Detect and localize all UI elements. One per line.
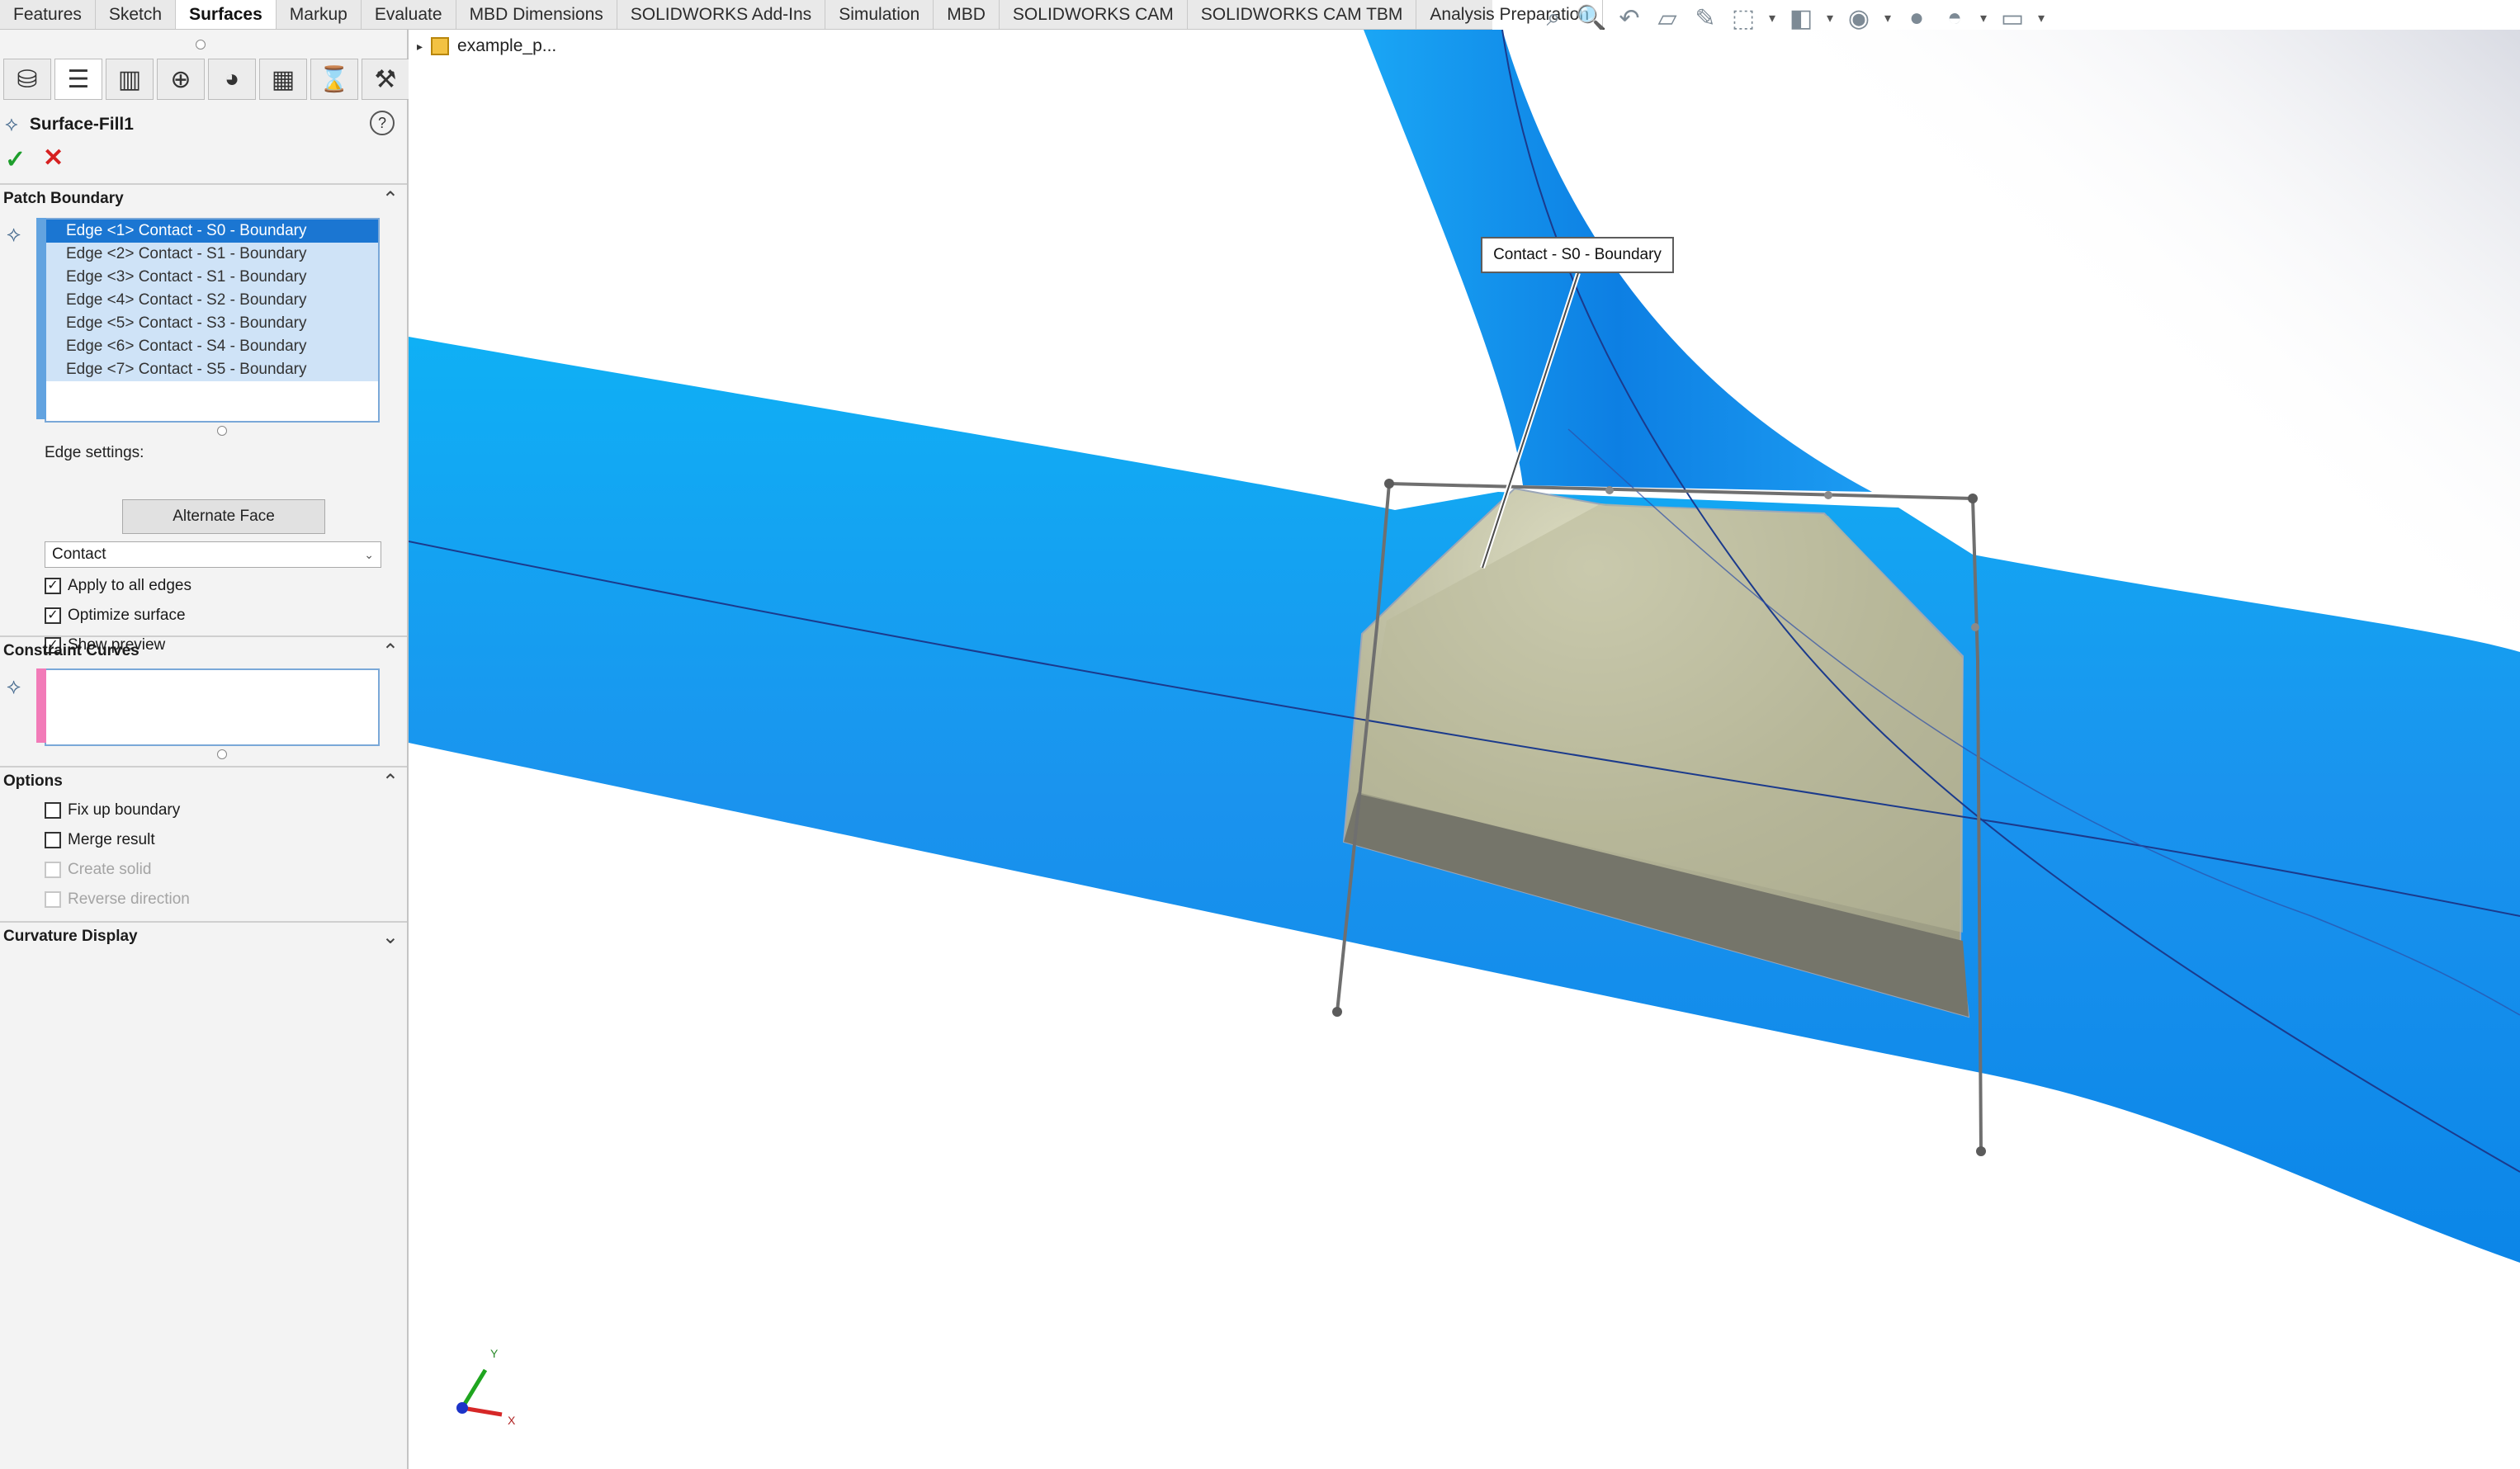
checkbox-label: Merge result (68, 831, 155, 848)
tab-simulation[interactable]: Simulation (825, 0, 934, 29)
reverse-direction-checkbox: Reverse direction (45, 887, 190, 912)
alternate-face-button[interactable]: Alternate Face (122, 499, 325, 534)
edge-callout[interactable]: Contact - S0 - Boundary (1481, 237, 1674, 273)
chevron-up-icon[interactable]: ⌃ (382, 770, 399, 794)
surface-fill-icon: ⟡ (5, 113, 18, 135)
feature-title: Surface-Fill1 (29, 115, 134, 134)
configurationmanager-tab-icon[interactable]: ▥ (106, 59, 154, 100)
checkbox-label: Fix up boundary (68, 801, 181, 819)
patch-boundary-list[interactable]: Edge <1> Contact - S0 - Boundary Edge <2… (36, 218, 380, 423)
cam-feature-tree-tab-icon[interactable]: ▦ (259, 59, 307, 100)
optimize-surface-checkbox[interactable]: ✓ Optimize surface (45, 603, 186, 628)
constraint-curves-header[interactable]: Constraint Curves ⌃ (0, 635, 407, 665)
tab-solidworks-cam[interactable]: SOLIDWORKS CAM (1000, 0, 1188, 29)
curvature-display-header[interactable]: Curvature Display ⌄ (0, 921, 407, 951)
options-header[interactable]: Options ⌃ (0, 766, 407, 796)
expand-arrow-icon[interactable]: ▸ (417, 40, 423, 54)
chevron-up-icon[interactable]: ⌃ (382, 640, 399, 664)
cam-operation-tree-tab-icon[interactable]: ⌛ (310, 59, 358, 100)
triad-y-label: Y (490, 1347, 499, 1360)
apply-to-all-edges-checkbox[interactable]: ✓ Apply to all edges (45, 574, 191, 598)
list-item[interactable]: Edge <4> Contact - S2 - Boundary (46, 289, 378, 312)
list-item[interactable]: Edge <5> Contact - S3 - Boundary (46, 312, 378, 335)
create-solid-checkbox: Create solid (45, 857, 151, 882)
curve-selection-icon: ⟡ (7, 673, 21, 698)
cancel-button[interactable]: ✕ (43, 144, 64, 172)
feature-title-row: ⟡ Surface-Fill1 (5, 108, 134, 141)
property-manager-panel: ⛁ ☰ ▥ ⊕ ◕ ▦ ⌛ ⚒ ⟡ Surface-Fill1 ? ✓ ✕ Pa… (0, 30, 409, 1469)
checkbox-label: Apply to all edges (68, 577, 191, 594)
tab-solidworks-cam-tbm[interactable]: SOLIDWORKS CAM TBM (1188, 0, 1417, 29)
part-icon (431, 37, 450, 55)
tab-solidworks-add-ins[interactable]: SOLIDWORKS Add-Ins (617, 0, 826, 29)
control-point[interactable] (1332, 1007, 1342, 1017)
tab-surfaces[interactable]: Surfaces (176, 0, 277, 29)
list-resize-grip[interactable] (217, 426, 227, 436)
list-item[interactable]: Edge <6> Contact - S4 - Boundary (46, 335, 378, 358)
propertymanager-tab-icon[interactable]: ☰ (54, 59, 102, 100)
reference-triad (452, 1345, 518, 1424)
fix-up-boundary-checkbox[interactable]: Fix up boundary (45, 798, 180, 823)
cam-tools-tab-icon[interactable]: ⚒ (362, 59, 409, 100)
tab-markup[interactable]: Markup (277, 0, 362, 29)
tab-sketch[interactable]: Sketch (96, 0, 177, 29)
triad-x-label: X (508, 1414, 516, 1427)
chevron-up-icon[interactable]: ⌃ (382, 187, 399, 211)
constraint-curves-list[interactable] (36, 668, 380, 746)
displaymanager-tab-icon[interactable]: ◕ (208, 59, 256, 100)
edge-condition-value: Contact (52, 546, 106, 563)
list-resize-grip[interactable] (217, 749, 227, 759)
merge-result-checkbox[interactable]: Merge result (45, 828, 155, 853)
checkbox-box (45, 832, 61, 848)
checkbox-box (45, 802, 61, 819)
graphics-area[interactable] (409, 30, 2520, 1469)
patch-boundary-header[interactable]: Patch Boundary ⌃ (0, 183, 407, 213)
edge-settings-label: Edge settings: (45, 444, 144, 461)
checkmark-icon: ✓ (45, 607, 61, 624)
checkbox-label: Optimize surface (68, 607, 186, 624)
panel-resize-grip[interactable] (196, 40, 206, 50)
command-manager-tabs: Features Sketch Surfaces Markup Evaluate… (0, 0, 1604, 30)
section-title: Patch Boundary (3, 190, 124, 207)
control-point[interactable] (1971, 623, 1979, 631)
chevron-down-icon: ⌄ (364, 547, 374, 561)
control-point[interactable] (1824, 491, 1832, 499)
triad-icon (456, 1368, 503, 1417)
list-item[interactable]: Edge <2> Contact - S1 - Boundary (46, 243, 378, 266)
ok-button[interactable]: ✓ (5, 145, 26, 174)
checkmark-icon: ✓ (45, 578, 61, 594)
tab-features[interactable]: Features (0, 0, 96, 29)
list-item[interactable]: Edge <3> Contact - S1 - Boundary (46, 266, 378, 289)
checkbox-box (45, 862, 61, 878)
section-title: Curvature Display (3, 928, 138, 945)
control-point[interactable] (1384, 479, 1394, 489)
control-point[interactable] (1976, 1146, 1986, 1156)
list-item[interactable]: Edge <7> Contact - S5 - Boundary (46, 358, 378, 381)
checkbox-label: Reverse direction (68, 890, 190, 908)
tab-mbd[interactable]: MBD (934, 0, 1000, 29)
tab-evaluate[interactable]: Evaluate (362, 0, 456, 29)
tab-mbd-dimensions[interactable]: MBD Dimensions (456, 0, 617, 29)
edge-selection-icon: ⟡ (7, 221, 21, 246)
chevron-down-icon[interactable]: ⌄ (382, 925, 399, 949)
edge-condition-select[interactable]: Contact ⌄ (45, 541, 381, 568)
section-title: Constraint Curves (3, 642, 139, 659)
help-icon[interactable]: ? (370, 111, 395, 135)
featuremanager-tab-icon[interactable]: ⛁ (3, 59, 51, 100)
part-name: example_p... (457, 36, 557, 55)
control-point[interactable] (1605, 486, 1614, 494)
feature-tree-root[interactable]: ▸ example_p... (417, 36, 556, 56)
selection-color-bar (36, 668, 46, 743)
checkbox-label: Create solid (68, 861, 152, 878)
section-title: Options (3, 772, 63, 790)
selection-color-bar (36, 218, 46, 419)
dimxpertmanager-tab-icon[interactable]: ⊕ (157, 59, 205, 100)
list-item[interactable]: Edge <1> Contact - S0 - Boundary (46, 220, 378, 243)
model-view (409, 30, 2520, 1469)
manager-tabs: ⛁ ☰ ▥ ⊕ ◕ ▦ ⌛ ⚒ (3, 59, 409, 102)
control-point[interactable] (1968, 494, 1978, 503)
checkbox-box (45, 891, 61, 908)
